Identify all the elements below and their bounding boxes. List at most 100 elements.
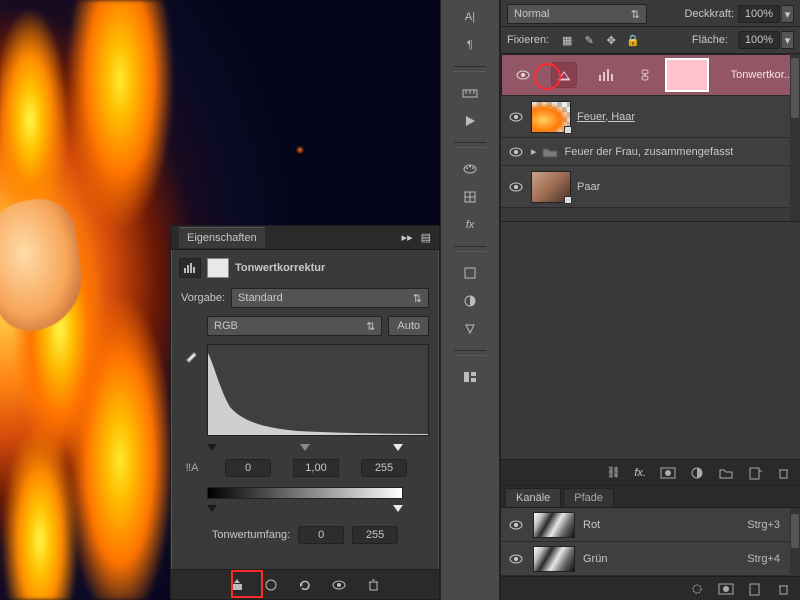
blend-mode-select[interactable]: Normal ⇅ — [507, 4, 647, 24]
delete-channel-button[interactable] — [776, 582, 790, 596]
input-gamma-field[interactable] — [293, 459, 339, 477]
character-panel-icon[interactable]: A| — [459, 6, 481, 28]
disclosure-triangle-icon[interactable]: ▸ — [531, 145, 537, 158]
measure-icon[interactable] — [459, 82, 481, 104]
output-black-field[interactable] — [298, 526, 344, 544]
info-panel-icon[interactable] — [459, 262, 481, 284]
channel-name[interactable]: Rot — [583, 519, 600, 531]
channel-select[interactable]: RGB ⇅ — [207, 316, 382, 336]
visibility-toggle[interactable] — [501, 519, 531, 531]
layers-options-row-2: Fixieren: ▦ ✎ ✥ 🔒 Fläche: ▾ — [501, 27, 800, 54]
visibility-toggle[interactable] — [508, 69, 538, 81]
properties-panel-tabbar: Eigenschaften ▸▸ ▤ — [171, 226, 439, 250]
adjustment-title: Tonwertkorrektur — [235, 262, 325, 274]
channel-row-rot[interactable]: Rot Strg+3 — [501, 508, 800, 542]
layer-row-paar[interactable]: Paar — [501, 166, 800, 208]
paragraph-panel-icon[interactable]: ¶ — [459, 34, 481, 56]
paths-tab[interactable]: Pfade — [563, 488, 614, 507]
black-slider-handle[interactable] — [207, 444, 217, 451]
white-slider-handle[interactable] — [393, 444, 403, 451]
panel-menu-icon[interactable]: ▤ — [421, 231, 431, 244]
wa-icon[interactable]: ‼A — [181, 462, 203, 474]
layers-options-row-1: Normal ⇅ Deckkraft: ▾ — [501, 0, 800, 27]
collapse-panel-icon[interactable]: ▸▸ — [402, 231, 413, 244]
layer-thumbnail[interactable] — [531, 171, 571, 203]
delete-layer-button[interactable] — [776, 466, 790, 480]
input-black-field[interactable] — [225, 459, 271, 477]
layer-row-feuer-haar[interactable]: Feuer, Haar — [501, 96, 800, 138]
fill-dropdown-icon[interactable]: ▾ — [782, 31, 794, 49]
fx-panel-icon[interactable]: fx — [459, 214, 481, 236]
layer-name[interactable]: Feuer der Frau, zusammengefasst — [565, 146, 734, 158]
preset-select[interactable]: Standard ⇅ — [231, 288, 429, 308]
visibility-toggle[interactable] — [501, 181, 531, 193]
blend-mode-value: Normal — [514, 8, 549, 20]
layer-thumbnail[interactable] — [531, 101, 571, 133]
mask-link-icon[interactable] — [638, 68, 652, 82]
layer-list-scrollbar[interactable] — [790, 54, 800, 221]
histogram[interactable] — [207, 344, 429, 436]
fill-field[interactable] — [738, 31, 780, 49]
visibility-toggle[interactable] — [501, 146, 531, 158]
tool-presets-icon[interactable] — [459, 318, 481, 340]
layer-row-group-feuer-frau[interactable]: ▸ Feuer der Frau, zusammengefasst — [501, 138, 800, 166]
channel-shortcut: Strg+4 — [747, 553, 780, 565]
mask-thumbnail-icon[interactable] — [207, 258, 229, 278]
properties-header: Tonwertkorrektur — [171, 250, 439, 284]
channel-row-gruen[interactable]: Grün Strg+4 — [501, 542, 800, 576]
layer-mask-thumbnail[interactable] — [665, 58, 709, 92]
layer-name[interactable]: Feuer, Haar — [577, 111, 635, 123]
reset-button[interactable] — [295, 575, 315, 595]
adjust-panel-icon[interactable] — [459, 290, 481, 312]
load-selection-button[interactable] — [690, 583, 704, 595]
output-black-handle[interactable] — [207, 505, 217, 512]
channels-tabbar: Kanäle Pfade — [501, 486, 800, 508]
new-group-button[interactable] — [718, 467, 734, 479]
panel-group-icon[interactable] — [459, 366, 481, 388]
channel-name[interactable]: Grün — [583, 553, 607, 565]
save-selection-button[interactable] — [718, 583, 734, 595]
swatches-panel-icon[interactable] — [459, 158, 481, 180]
output-white-field[interactable] — [352, 526, 398, 544]
layers-panel-footer: ⛓ fx. — [501, 459, 800, 485]
histogram-curve — [208, 345, 428, 435]
play-icon[interactable] — [459, 110, 481, 132]
clip-to-layer-button[interactable] — [227, 575, 247, 595]
layer-name[interactable]: Tonwertkor... — [731, 69, 793, 81]
channels-scrollbar[interactable] — [790, 508, 800, 576]
layer-name[interactable]: Paar — [577, 181, 600, 193]
layer-row-tonwertkorrektur[interactable]: Tonwertkor... — [501, 54, 800, 96]
styles-panel-icon[interactable] — [459, 186, 481, 208]
lock-position-icon[interactable]: ✥ — [603, 34, 619, 47]
lock-transparency-icon[interactable]: ▦ — [559, 34, 575, 47]
new-adjustment-button[interactable] — [690, 466, 704, 480]
lock-pixels-icon[interactable]: ✎ — [581, 34, 597, 47]
layer-fx-button[interactable]: fx. — [634, 467, 646, 479]
clip-indicator[interactable] — [551, 62, 577, 88]
output-gradient[interactable] — [207, 487, 403, 499]
add-mask-button[interactable] — [660, 467, 676, 479]
view-previous-state-button[interactable] — [261, 575, 281, 595]
output-slider[interactable] — [207, 505, 403, 512]
link-layers-button[interactable]: ⛓ — [606, 466, 620, 479]
lock-all-icon[interactable]: 🔒 — [625, 34, 641, 47]
new-channel-button[interactable] — [748, 582, 762, 596]
visibility-toggle[interactable] — [501, 111, 531, 123]
auto-button[interactable]: Auto — [388, 316, 429, 336]
channels-tab[interactable]: Kanäle — [505, 488, 561, 507]
input-slider[interactable] — [207, 444, 403, 451]
visibility-toggle[interactable] — [501, 553, 531, 565]
properties-tab[interactable]: Eigenschaften — [179, 227, 265, 248]
delete-adjustment-button[interactable] — [363, 575, 383, 595]
input-white-field[interactable] — [361, 459, 407, 477]
fill-label: Fläche: — [692, 34, 728, 46]
opacity-dropdown-icon[interactable]: ▾ — [782, 5, 794, 23]
output-white-handle[interactable] — [393, 505, 403, 512]
toggle-visibility-button[interactable] — [329, 575, 349, 595]
gamma-slider-handle[interactable] — [300, 444, 310, 451]
new-layer-button[interactable] — [748, 466, 762, 480]
opacity-field[interactable] — [738, 5, 780, 23]
right-panel-column: Normal ⇅ Deckkraft: ▾ Fixieren: ▦ ✎ ✥ 🔒 … — [500, 0, 800, 600]
channel-thumbnail[interactable] — [533, 546, 575, 572]
channel-thumbnail[interactable] — [533, 512, 575, 538]
